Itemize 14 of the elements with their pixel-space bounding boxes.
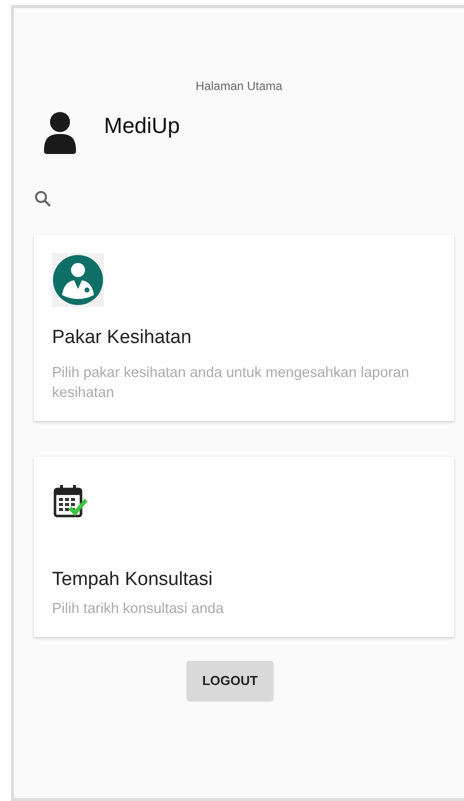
- menu-card[interactable]: Tempah Konsultasi Pilih tarikh konsultasi anda: [34, 457, 454, 637]
- doctor-icon: [52, 253, 104, 307]
- menu-card[interactable]: Pakar Kesihatan Pilih pakar kesihatan anda untuk mengesahkan laporan kesihatan: [34, 235, 454, 421]
- person-icon: [42, 111, 78, 155]
- card-title: Tempah Konsultasi: [52, 569, 214, 591]
- card-description: Pilih tarikh konsultasi anda: [52, 600, 225, 619]
- app-name: MediUp: [104, 113, 180, 139]
- card-title: Pakar Kesihatan: [52, 327, 192, 349]
- search-icon: [33, 189, 53, 209]
- card-description: Pilih pakar kesihatan anda untuk mengesahkan laporan kesihatan: [52, 364, 410, 403]
- calendar-check-icon: [52, 484, 88, 520]
- search-button[interactable]: [33, 189, 53, 209]
- screen-title: Halaman Utama: [194, 79, 284, 93]
- logout-button[interactable]: LOGOUT: [187, 661, 273, 700]
